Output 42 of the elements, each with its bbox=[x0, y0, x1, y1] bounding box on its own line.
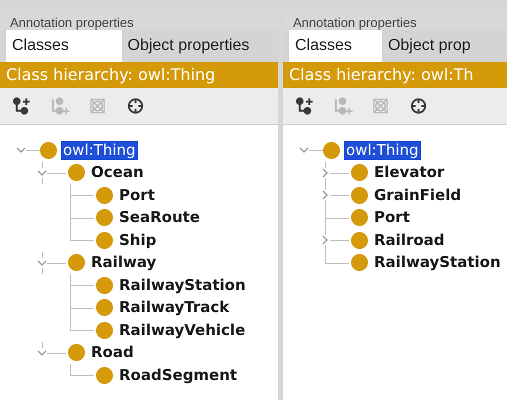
tree-item[interactable]: RailwayStation bbox=[117, 276, 248, 295]
tree-item[interactable]: owl:Thing bbox=[61, 140, 138, 160]
class-icon bbox=[96, 366, 113, 384]
class-icon bbox=[96, 209, 113, 226]
tree-item[interactable]: Port bbox=[372, 208, 412, 228]
tree-item[interactable]: Railway bbox=[89, 253, 158, 272]
tree-item[interactable]: RailwayTrack bbox=[117, 298, 232, 318]
tree-item[interactable]: Port bbox=[117, 186, 157, 205]
class-icon bbox=[351, 209, 368, 226]
class-icon bbox=[96, 276, 113, 294]
class-icon bbox=[96, 232, 113, 249]
class-icon bbox=[351, 164, 368, 182]
panel-header: Class hierarchy: owl:Th bbox=[283, 62, 507, 88]
target-icon[interactable] bbox=[409, 96, 429, 116]
class-icon bbox=[40, 142, 57, 159]
tree-item[interactable]: SeaRoute bbox=[117, 208, 202, 228]
class-icon bbox=[68, 344, 85, 362]
tree-item[interactable]: Ship bbox=[117, 230, 158, 250]
tree-item[interactable]: RailwayVehicle bbox=[117, 320, 248, 340]
add-subclass-icon[interactable] bbox=[295, 96, 315, 116]
class-icon bbox=[68, 254, 85, 272]
class-icon bbox=[68, 164, 85, 182]
class-icon bbox=[96, 299, 113, 316]
tab[interactable]: Classes bbox=[6, 30, 122, 62]
tab[interactable]: Classes bbox=[289, 30, 382, 62]
class-icon bbox=[96, 322, 113, 339]
class-icon bbox=[351, 232, 368, 249]
tree-item[interactable]: Road bbox=[89, 343, 136, 362]
add-subclass-icon[interactable] bbox=[12, 96, 32, 116]
tree-item[interactable]: GrainField bbox=[372, 186, 464, 205]
tree-item[interactable]: Railroad bbox=[372, 230, 447, 250]
target-icon[interactable] bbox=[126, 96, 146, 116]
tree-item[interactable]: RailwayStation bbox=[372, 253, 503, 272]
tree-item[interactable]: Elevator bbox=[372, 163, 446, 182]
tree-item[interactable]: RoadSegment bbox=[117, 366, 240, 385]
panel-header: Class hierarchy: owl:Thing bbox=[0, 62, 278, 88]
class-icon bbox=[323, 142, 340, 159]
class-icon bbox=[96, 186, 113, 204]
class-icon bbox=[351, 186, 368, 204]
tree-item[interactable]: Ocean bbox=[89, 163, 146, 182]
class-icon bbox=[351, 254, 368, 272]
tree-item[interactable]: owl:Thing bbox=[344, 140, 421, 160]
